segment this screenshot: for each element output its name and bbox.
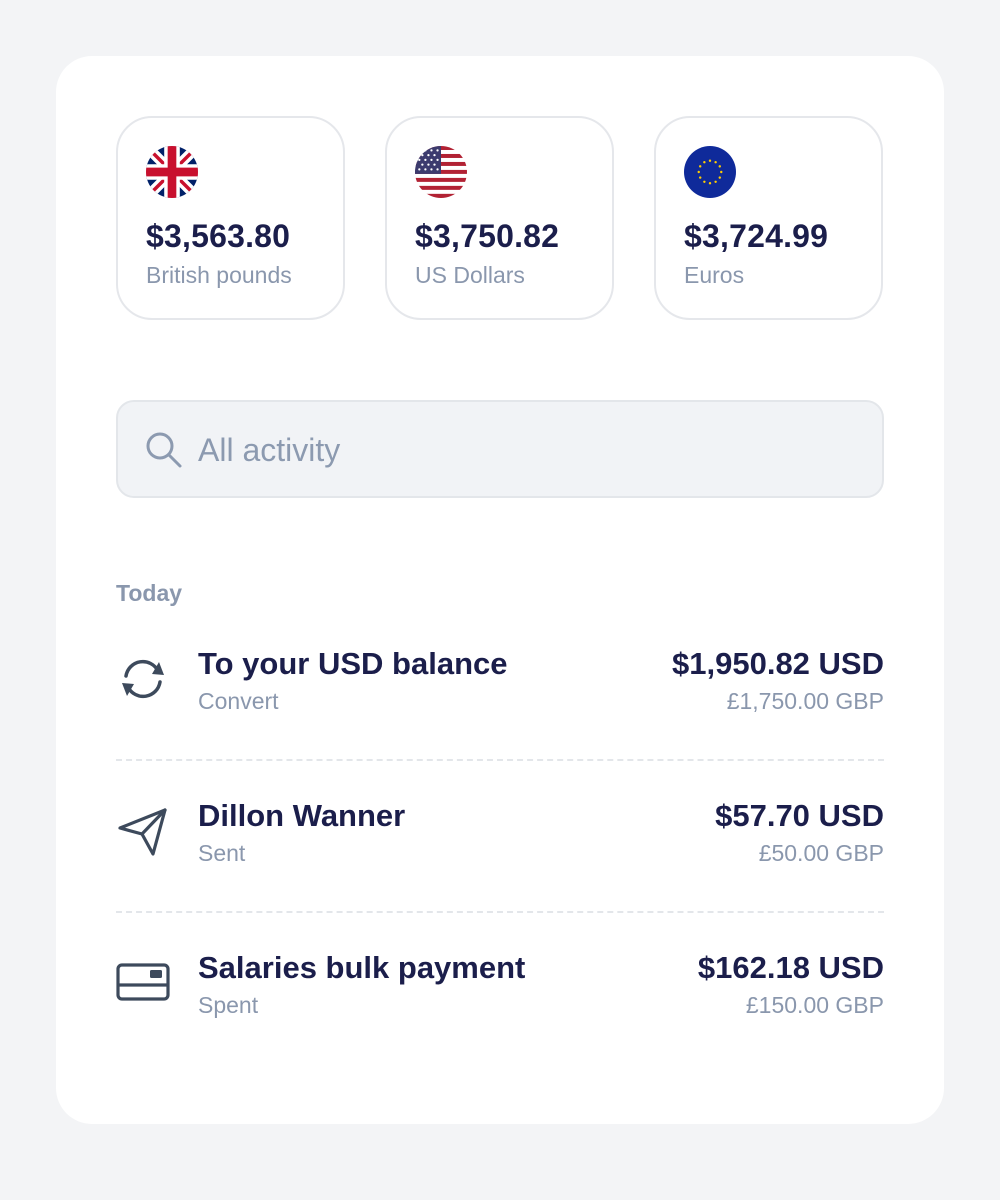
transaction-type: Convert (198, 688, 279, 714)
transaction-row-convert[interactable]: To your USD balance Convert $1,950.82 US… (116, 632, 884, 742)
transaction-type: Sent (198, 840, 246, 866)
balance-currency-label: US Dollars (415, 262, 525, 288)
balance-card-usd[interactable]: $3,750.82 US Dollars (385, 116, 614, 320)
balance-amount: $3,563.80 (146, 218, 291, 254)
balance-amount: $3,724.99 (684, 218, 829, 254)
activity-search-bar[interactable] (116, 400, 884, 498)
transaction-original-amount: £50.00 GBP (758, 840, 884, 866)
balance-list: $3,563.80 British pounds $3,750.82 US Do… (116, 116, 884, 320)
balance-card-eur[interactable]: $3,724.99 Euros (654, 116, 883, 320)
transaction-type: Spent (198, 992, 259, 1018)
row-divider (116, 911, 884, 913)
transaction-row-sent[interactable]: Dillon Wanner Sent $57.70 USD £50.00 GBP (116, 784, 884, 894)
transaction-title: Dillon Wanner (198, 798, 406, 833)
transaction-amount: $1,950.82 USD (672, 646, 884, 681)
uk-flag-icon (146, 146, 198, 198)
transaction-title: Salaries bulk payment (198, 950, 526, 985)
transaction-original-amount: £150.00 GBP (745, 992, 884, 1018)
card-icon (116, 956, 170, 1010)
transaction-row-spent[interactable]: Salaries bulk payment Spent $162.18 USD … (116, 936, 884, 1046)
transaction-original-amount: £1,750.00 GBP (726, 688, 884, 714)
us-flag-icon (415, 146, 467, 198)
wallet-card: $3,563.80 British pounds $3,750.82 US Do… (56, 56, 944, 1124)
balance-card-gbp[interactable]: $3,563.80 British pounds (116, 116, 345, 320)
transaction-amount: $162.18 USD (697, 950, 884, 985)
section-label-today: Today (116, 580, 183, 606)
search-input[interactable] (198, 424, 858, 476)
balance-currency-label: British pounds (146, 262, 292, 288)
balance-amount: $3,750.82 (415, 218, 560, 254)
row-divider (116, 759, 884, 761)
transaction-title: To your USD balance (198, 646, 508, 681)
transaction-amount: $57.70 USD (715, 798, 884, 833)
eu-flag-icon (684, 146, 736, 198)
convert-icon (116, 652, 170, 706)
send-icon (116, 804, 170, 858)
balance-currency-label: Euros (684, 262, 745, 288)
search-icon (144, 430, 184, 470)
